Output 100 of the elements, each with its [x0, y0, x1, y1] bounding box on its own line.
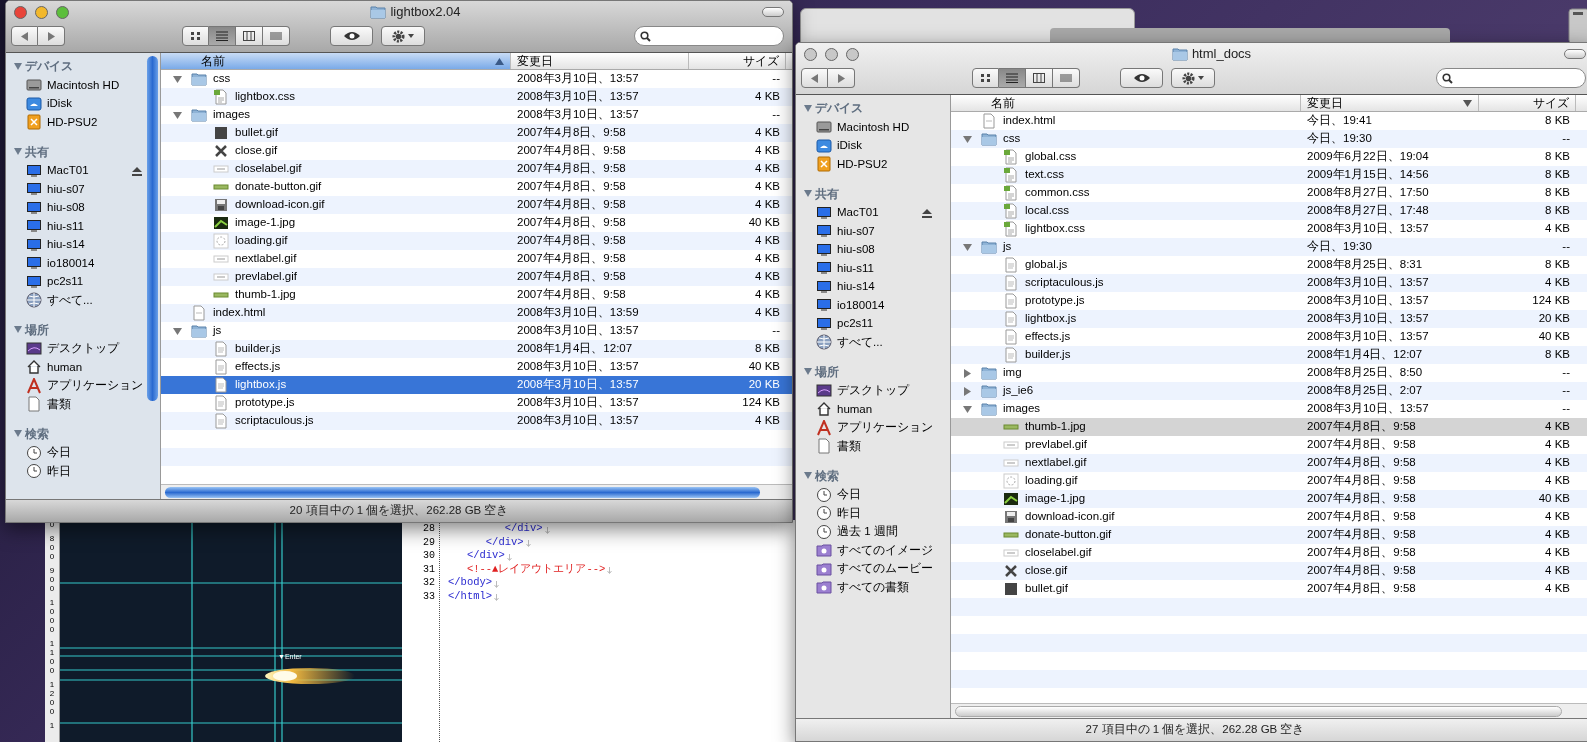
- sidebar-item[interactable]: すべてのムービー: [796, 559, 950, 578]
- view-mode-button[interactable]: [972, 68, 999, 88]
- file-row[interactable]: scriptaculous.js 2008年3月10日、13:57 4 KB: [161, 412, 792, 430]
- file-row[interactable]: effects.js 2008年3月10日、13:57 40 KB: [951, 328, 1587, 346]
- sidebar-item[interactable]: hiu-s11: [6, 217, 160, 236]
- sidebar-item[interactable]: 今日: [6, 443, 160, 462]
- disclosure-triangle-icon[interactable]: [172, 326, 182, 336]
- file-row[interactable]: global.css 2009年6月22日、19:04 8 KB: [951, 148, 1587, 166]
- file-row[interactable]: loading.gif 2007年4月8日、9:58 4 KB: [951, 472, 1587, 490]
- eject-icon[interactable]: [922, 208, 932, 218]
- minimize-button[interactable]: [35, 5, 48, 19]
- sidebar-item[interactable]: アプリケーション: [796, 418, 950, 437]
- file-row[interactable]: donate-button.gif 2007年4月8日、9:58 4 KB: [951, 526, 1587, 544]
- file-row[interactable]: prototype.js 2008年3月10日、13:57 124 KB: [951, 292, 1587, 310]
- quick-look-button[interactable]: [1120, 68, 1163, 88]
- file-row[interactable]: loading.gif 2007年4月8日、9:58 4 KB: [161, 232, 792, 250]
- disclosure-triangle-icon[interactable]: [962, 242, 972, 252]
- file-row[interactable]: closelabel.gif 2007年4月8日、9:58 4 KB: [161, 160, 792, 178]
- column-header[interactable]: 名前: [161, 53, 511, 69]
- zoom-button[interactable]: [846, 47, 859, 61]
- sidebar-item[interactable]: Macintosh HD: [6, 76, 160, 95]
- sidebar-item[interactable]: hiu-s08: [796, 240, 950, 259]
- file-row[interactable]: prototype.js 2008年3月10日、13:57 124 KB: [161, 394, 792, 412]
- file-row[interactable]: js_ie6 2008年8月25日、2:07 --: [951, 382, 1587, 400]
- sidebar-item[interactable]: human: [6, 358, 160, 377]
- column-header[interactable]: 変更日: [1301, 95, 1479, 111]
- action-menu-button[interactable]: [1171, 68, 1215, 88]
- file-row[interactable]: images 2008年3月10日、13:57 --: [161, 106, 792, 124]
- action-menu-button[interactable]: [381, 26, 425, 46]
- sidebar-item[interactable]: hiu-s14: [796, 277, 950, 296]
- file-row[interactable]: prevlabel.gif 2007年4月8日、9:58 4 KB: [161, 268, 792, 286]
- back-button[interactable]: [11, 26, 38, 46]
- sidebar-item[interactable]: 過去 1 週間: [796, 522, 950, 541]
- toolbar-toggle-button[interactable]: [1564, 49, 1586, 59]
- zoom-button[interactable]: [56, 5, 69, 19]
- sidebar-item[interactable]: 書類: [6, 395, 160, 414]
- file-row[interactable]: nextlabel.gif 2007年4月8日、9:58 4 KB: [161, 250, 792, 268]
- sidebar-item[interactable]: pc2s11: [6, 272, 160, 291]
- file-row[interactable]: thumb-1.jpg 2007年4月8日、9:58 4 KB: [161, 286, 792, 304]
- file-row[interactable]: image-1.jpg 2007年4月8日、9:58 40 KB: [161, 214, 792, 232]
- file-row[interactable]: images 2008年3月10日、13:57 --: [951, 400, 1587, 418]
- file-row[interactable]: close.gif 2007年4月8日、9:58 4 KB: [161, 142, 792, 160]
- view-mode-button[interactable]: [182, 26, 209, 46]
- column-header[interactable]: サイズ: [689, 53, 786, 69]
- sidebar-item[interactable]: すべて...: [6, 291, 160, 310]
- forward-button[interactable]: [828, 68, 855, 88]
- sidebar-item[interactable]: hiu-s08: [6, 198, 160, 217]
- file-row[interactable]: download-icon.gif 2007年4月8日、9:58 4 KB: [161, 196, 792, 214]
- file-row[interactable]: index.html 今日、19:41 8 KB: [951, 112, 1587, 130]
- file-row[interactable]: thumb-1.jpg 2007年4月8日、9:58 4 KB: [951, 418, 1587, 436]
- sidebar-item[interactable]: アプリケーション: [6, 376, 160, 395]
- file-row[interactable]: download-icon.gif 2007年4月8日、9:58 4 KB: [951, 508, 1587, 526]
- file-row[interactable]: js 2008年3月10日、13:57 --: [161, 322, 792, 340]
- sidebar-item[interactable]: 今日: [796, 485, 950, 504]
- sidebar-item[interactable]: io180014: [6, 254, 160, 273]
- sidebar-item[interactable]: io180014: [796, 296, 950, 315]
- disclosure-triangle-icon[interactable]: [962, 134, 972, 144]
- sidebar-item[interactable]: デスクトップ: [796, 381, 950, 400]
- file-row[interactable]: js 今日、19:30 --: [951, 238, 1587, 256]
- file-row[interactable]: builder.js 2008年1月4日、12:07 8 KB: [951, 346, 1587, 364]
- file-row[interactable]: lightbox.js 2008年3月10日、13:57 20 KB: [951, 310, 1587, 328]
- search-field[interactable]: [634, 26, 784, 46]
- column-header[interactable]: サイズ: [1479, 95, 1576, 111]
- toolbar-toggle-button[interactable]: [762, 7, 784, 17]
- view-mode-button[interactable]: [236, 26, 263, 46]
- sidebar-item[interactable]: デスクトップ: [6, 339, 160, 358]
- sidebar-item[interactable]: HD-PSU2: [6, 113, 160, 132]
- file-row[interactable]: image-1.jpg 2007年4月8日、9:58 40 KB: [951, 490, 1587, 508]
- column-header[interactable]: 変更日: [511, 53, 689, 69]
- file-row[interactable]: css 2008年3月10日、13:57 --: [161, 70, 792, 88]
- file-row[interactable]: global.js 2008年8月25日、8:31 8 KB: [951, 256, 1587, 274]
- file-row[interactable]: builder.js 2008年1月4日、12:07 8 KB: [161, 340, 792, 358]
- disclosure-triangle-icon[interactable]: [172, 110, 182, 120]
- view-mode-button[interactable]: [209, 26, 236, 46]
- file-row[interactable]: index.html 2008年3月10日、13:59 4 KB: [161, 304, 792, 322]
- file-row[interactable]: closelabel.gif 2007年4月8日、9:58 4 KB: [951, 544, 1587, 562]
- sidebar-item[interactable]: iDisk: [796, 136, 950, 155]
- horizontal-scrollbar[interactable]: [161, 484, 792, 499]
- sidebar-item[interactable]: HD-PSU2: [796, 155, 950, 174]
- disclosure-triangle-icon[interactable]: [172, 74, 182, 84]
- sidebar-item[interactable]: hiu-s14: [6, 235, 160, 254]
- minimize-button[interactable]: [825, 47, 838, 61]
- horizontal-scrollbar[interactable]: [951, 703, 1587, 718]
- search-field[interactable]: [1436, 68, 1586, 88]
- view-mode-button[interactable]: [263, 26, 290, 46]
- file-row[interactable]: prevlabel.gif 2007年4月8日、9:58 4 KB: [951, 436, 1587, 454]
- sidebar-item[interactable]: 昨日: [796, 504, 950, 523]
- eject-icon[interactable]: [132, 166, 142, 176]
- disclosure-triangle-icon[interactable]: [962, 404, 972, 414]
- view-mode-button[interactable]: [1053, 68, 1080, 88]
- sidebar-item[interactable]: すべてのイメージ: [796, 541, 950, 560]
- sidebar-item[interactable]: human: [796, 400, 950, 419]
- sidebar-item[interactable]: 書類: [796, 437, 950, 456]
- file-row[interactable]: text.css 2009年1月15日、14:56 8 KB: [951, 166, 1587, 184]
- scrollbar[interactable]: [147, 56, 158, 401]
- file-row[interactable]: effects.js 2008年3月10日、13:57 40 KB: [161, 358, 792, 376]
- file-row[interactable]: img 2008年8月25日、8:50 --: [951, 364, 1587, 382]
- file-row[interactable]: lightbox.js 2008年3月10日、13:57 20 KB: [161, 376, 792, 394]
- file-row[interactable]: lightbox.css 2008年3月10日、13:57 4 KB: [161, 88, 792, 106]
- file-row[interactable]: css 今日、19:30 --: [951, 130, 1587, 148]
